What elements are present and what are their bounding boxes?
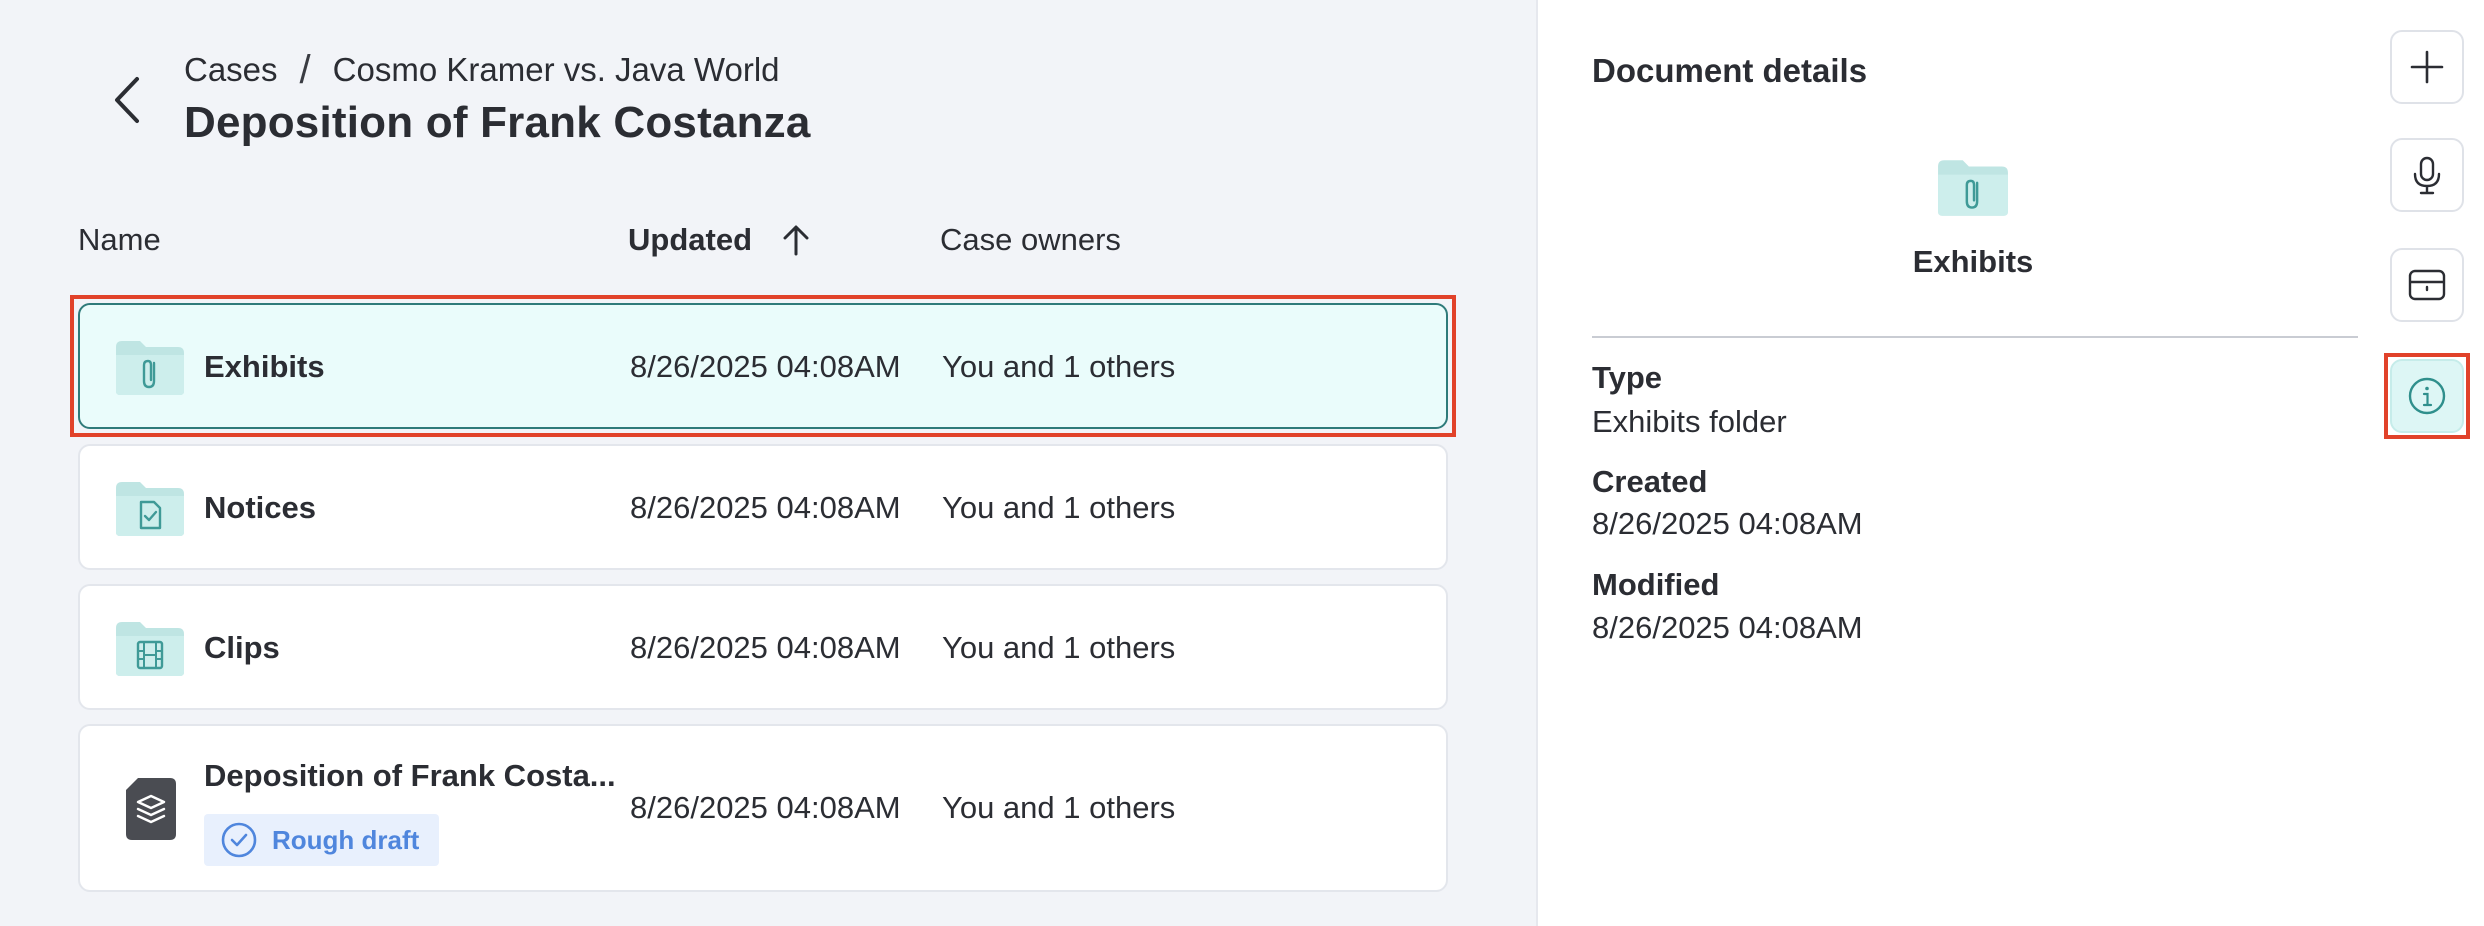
detail-type-value: Exhibits folder	[1592, 404, 1787, 439]
layers-document-icon	[122, 776, 178, 847]
detail-created-value: 8/26/2025 04:08AM	[1592, 506, 1863, 541]
document-details-panel: Document details Exhibits Type Exhibits …	[1536, 0, 2484, 926]
back-button[interactable]	[98, 72, 154, 128]
arrow-up-icon[interactable]	[782, 224, 810, 256]
table-row-clips[interactable]: Clips 8/26/2025 04:08AM You and 1 others	[78, 584, 1448, 710]
row-owners: You and 1 others	[942, 630, 1176, 665]
column-header-updated[interactable]: Updated	[628, 218, 810, 262]
table-row-exhibits[interactable]: Exhibits 8/26/2025 04:08AM You and 1 oth…	[78, 303, 1448, 429]
detail-created-label: Created	[1592, 464, 1708, 499]
row-name: Deposition of Frank Costa...	[204, 758, 616, 793]
row-updated: 8/26/2025 04:08AM	[630, 490, 901, 525]
detail-type-label: Type	[1592, 360, 1663, 395]
breadcrumb: Cases / Cosmo Kramer vs. Java World	[184, 48, 780, 92]
detail-modified-label: Modified	[1592, 567, 1720, 602]
card-icon	[2408, 269, 2446, 301]
table-row-notices[interactable]: Notices 8/26/2025 04:08AM You and 1 othe…	[78, 444, 1448, 570]
status-badge-label: Rough draft	[272, 824, 420, 855]
table-row-deposition[interactable]: Deposition of Frank Costa... Rough draft…	[78, 724, 1448, 892]
details-title: Document details	[1592, 52, 1868, 89]
info-button[interactable]	[2390, 359, 2464, 433]
row-owners: You and 1 others	[942, 490, 1176, 525]
plus-icon	[2410, 50, 2444, 84]
check-circle-icon	[221, 822, 257, 858]
folder-paperclip-icon	[114, 337, 186, 402]
row-owners: You and 1 others	[942, 790, 1176, 825]
row-name: Clips	[204, 630, 280, 665]
column-header-updated-label: Updated	[628, 222, 752, 257]
row-updated: 8/26/2025 04:08AM	[630, 349, 901, 384]
folder-document-check-icon	[114, 478, 186, 543]
folder-paperclip-icon	[1936, 156, 2010, 223]
detail-modified-value: 8/26/2025 04:08AM	[1592, 610, 1863, 645]
breadcrumb-cases[interactable]: Cases	[184, 51, 278, 89]
breadcrumb-separator: /	[299, 47, 311, 92]
card-view-button[interactable]	[2390, 248, 2464, 322]
page-title: Deposition of Frank Costanza	[184, 98, 811, 147]
column-header-owners[interactable]: Case owners	[940, 218, 1121, 262]
chevron-left-icon	[115, 77, 139, 123]
info-icon	[2408, 377, 2446, 415]
row-name: Notices	[204, 490, 316, 525]
row-owners: You and 1 others	[942, 349, 1176, 384]
details-document-name: Exhibits	[1912, 244, 2034, 279]
row-updated: 8/26/2025 04:08AM	[630, 630, 901, 665]
documents-pane: Cases / Cosmo Kramer vs. Java World Depo…	[0, 0, 1536, 926]
details-divider	[1592, 336, 2358, 338]
add-button[interactable]	[2390, 30, 2464, 104]
row-updated: 8/26/2025 04:08AM	[630, 790, 901, 825]
folder-film-icon	[114, 618, 186, 683]
column-header-name[interactable]: Name	[78, 218, 161, 262]
record-button[interactable]	[2390, 138, 2464, 212]
row-name: Exhibits	[204, 349, 325, 384]
table-header: Name Updated Case owners	[78, 218, 1448, 262]
status-badge: Rough draft	[204, 814, 440, 866]
microphone-icon	[2413, 156, 2441, 195]
breadcrumb-case[interactable]: Cosmo Kramer vs. Java World	[333, 51, 780, 89]
